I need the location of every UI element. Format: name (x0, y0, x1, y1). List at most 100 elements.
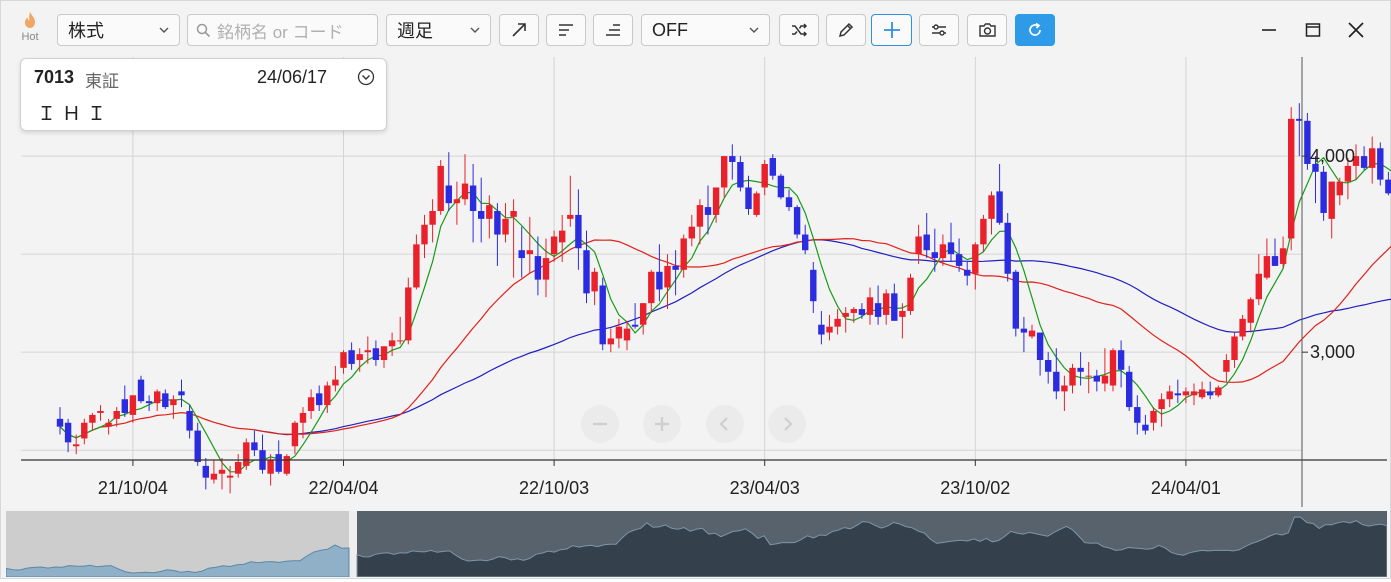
symbol-search[interactable]: 銘柄名 or コード (187, 14, 378, 46)
candle-body (915, 236, 922, 255)
chevron-right-icon (784, 417, 793, 431)
candle-body (275, 454, 282, 472)
refresh-button[interactable] (1015, 14, 1055, 46)
candle-body (818, 324, 825, 335)
symbol-info-card[interactable]: 7013 東証 24/06/17 ＩＨＩ (20, 58, 387, 131)
zoom-out-button[interactable] (581, 405, 619, 443)
candle-body (810, 269, 817, 302)
candle-body (137, 379, 145, 402)
candle-body (56, 418, 64, 427)
period-select[interactable]: 週足 (386, 14, 491, 46)
crosshair-button[interactable] (871, 14, 912, 46)
navigator-handle[interactable] (349, 511, 357, 577)
minimize-button[interactable] (1254, 15, 1284, 45)
candle-body (445, 185, 452, 204)
candle-body (1150, 410, 1157, 423)
candle-body (1142, 424, 1149, 431)
candle-body (1182, 391, 1190, 396)
candle-body (348, 350, 355, 364)
candle-body (1061, 385, 1068, 392)
x-tick-label: 23/10/02 (940, 478, 1010, 498)
candle-body (1053, 371, 1060, 392)
candle-body (939, 244, 947, 259)
scroll-right-button[interactable] (768, 405, 806, 443)
market-name: 東証 (85, 72, 119, 91)
candle-body (1223, 360, 1230, 372)
candle-body (1385, 179, 1391, 194)
horizontal-lines-button[interactable] (546, 14, 586, 46)
candle-body (405, 287, 412, 341)
candle-body (413, 244, 420, 288)
candle-body (745, 187, 752, 210)
candle-body (510, 211, 517, 217)
candle-body (575, 214, 582, 249)
hot-button[interactable]: Hot (13, 11, 47, 49)
candle-body (777, 175, 785, 198)
candle-body (97, 410, 104, 413)
zoom-in-button[interactable] (643, 405, 681, 443)
candle-body (453, 199, 461, 204)
candle-body (850, 309, 857, 313)
refresh-icon (1029, 22, 1041, 36)
candle-body (607, 338, 614, 345)
candle-body (437, 165, 444, 212)
candle-body (1215, 387, 1222, 396)
candle-body (1198, 389, 1206, 398)
candle-body (89, 414, 96, 423)
candle-body (656, 271, 663, 290)
x-tick-label: 21/10/04 (98, 478, 168, 498)
candle-body (623, 328, 631, 341)
candle-body (680, 238, 687, 270)
candle-body (802, 234, 809, 251)
minimize-icon (1262, 29, 1276, 31)
sliders-icon (932, 24, 946, 36)
candle-body (785, 197, 793, 208)
hot-label: Hot (21, 31, 39, 43)
candle-body (162, 393, 169, 408)
candle-body (672, 265, 679, 270)
candle-body (567, 214, 574, 219)
close-button[interactable] (1341, 15, 1371, 45)
candle-body (931, 252, 938, 259)
chart-navigator[interactable] (5, 511, 1388, 578)
candle-body (397, 340, 404, 342)
candle-body (283, 456, 290, 474)
chevron-down-circle-icon[interactable] (357, 68, 375, 86)
candle-body (834, 318, 841, 327)
candle-body (753, 193, 760, 215)
candle-body (542, 258, 550, 280)
candle-body (1045, 360, 1052, 372)
settings-button[interactable] (919, 14, 959, 46)
candle-body (380, 346, 388, 361)
chevron-left-icon (719, 417, 728, 431)
candle-body (226, 475, 234, 478)
indicator-select[interactable]: OFF (641, 14, 770, 46)
market-select[interactable]: 株式 (57, 14, 180, 46)
chevron-down-icon (470, 27, 480, 33)
horizontal-lines-alt-button[interactable] (593, 14, 633, 46)
scroll-left-button[interactable] (706, 405, 744, 443)
candle-body (534, 256, 542, 280)
x-tick-label: 22/04/04 (308, 478, 378, 498)
trendline-button[interactable] (499, 14, 539, 46)
candle-body (145, 401, 153, 404)
chart-window: Hot 株式 銘柄名 or コード 週足 OFF 4,000 3,000 21/… (0, 0, 1391, 579)
draw-button[interactable] (826, 14, 866, 46)
candle-body (583, 250, 590, 294)
candle-body (154, 391, 161, 404)
candle-body (1320, 171, 1327, 213)
candle-body (518, 250, 525, 259)
candle-body (1369, 148, 1376, 168)
candle-body (704, 207, 712, 215)
maximize-button[interactable] (1298, 15, 1328, 45)
candle-body (769, 158, 776, 176)
shuffle-button[interactable] (779, 14, 819, 46)
candle-body (842, 312, 849, 317)
symbol-code: 7013 (34, 67, 75, 87)
candle-body (729, 156, 736, 162)
candle-body (1158, 399, 1165, 410)
maximize-icon (1305, 23, 1321, 37)
candle-body (721, 156, 728, 188)
camera-icon (978, 23, 996, 37)
screenshot-button[interactable] (967, 14, 1007, 46)
